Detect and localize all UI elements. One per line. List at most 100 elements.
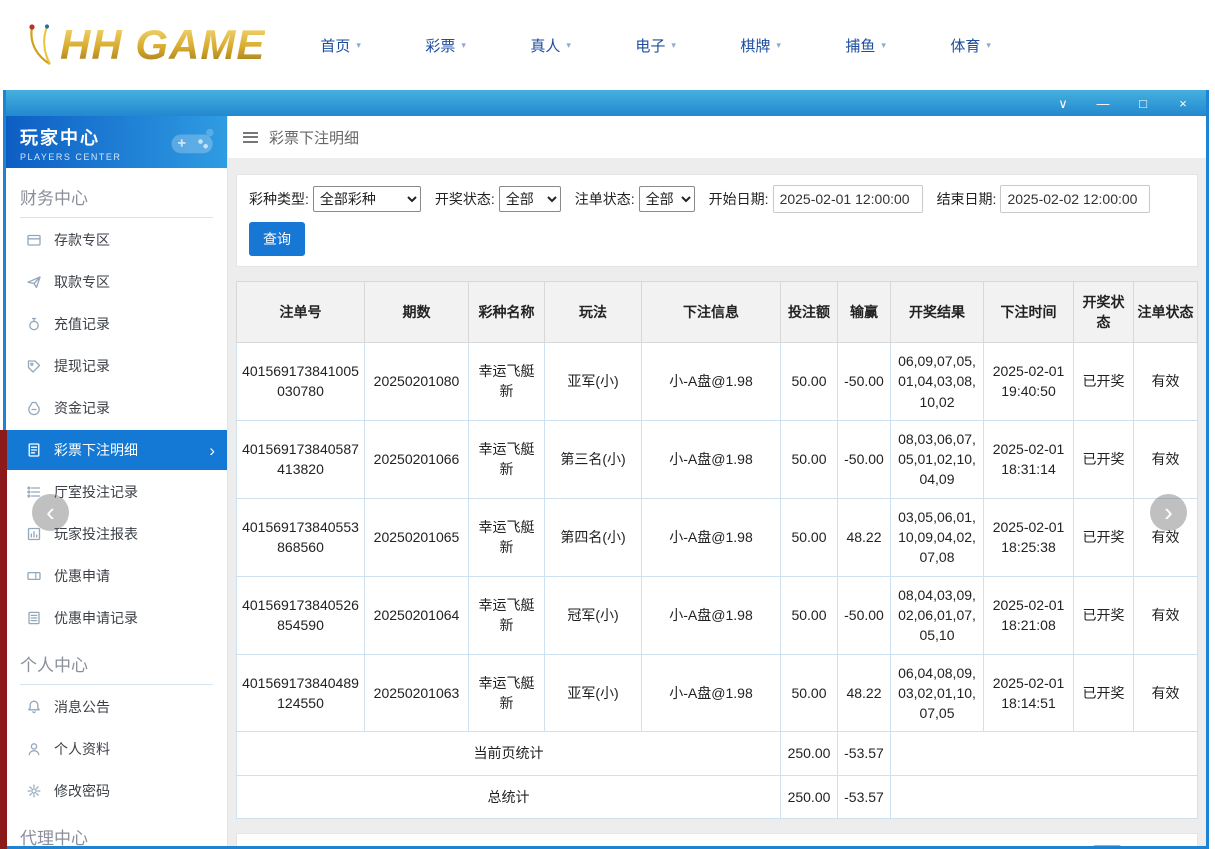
search-button[interactable]: 查询 — [249, 222, 305, 256]
table-cell: 401569173840526854590 — [237, 576, 365, 654]
sidebar-item-funds-record[interactable]: 资金记录 — [6, 388, 227, 428]
table-cell: 已开奖 — [1074, 343, 1134, 421]
table-row: 40156917384055386856020250201065幸运飞艇新第四名… — [237, 498, 1198, 576]
table-row: 40156917384100503078020250201080幸运飞艇新亚军(… — [237, 343, 1198, 421]
top-nav-item-cards[interactable]: 棋牌 ▾ — [740, 35, 845, 56]
table-cell: 第三名(小) — [545, 420, 642, 498]
user-icon — [26, 741, 42, 757]
lottery-type-select[interactable]: 全部彩种 — [313, 186, 421, 212]
sidebar-item-messages[interactable]: 消息公告 — [6, 687, 227, 727]
table-cell: 50.00 — [781, 654, 838, 732]
nav-label: 真人 — [530, 35, 560, 56]
table-cell: 20250201063 — [365, 654, 469, 732]
table-header-row: 注单号期数彩种名称玩法下注信息投注额输赢开奖结果下注时间开奖状态注单状态 — [237, 282, 1198, 343]
funds-record-icon — [26, 400, 42, 416]
player-report-icon — [26, 526, 42, 542]
bet-table: 注单号期数彩种名称玩法下注信息投注额输赢开奖结果下注时间开奖状态注单状态 401… — [236, 281, 1198, 819]
table-cell: 2025-02-01 18:25:38 — [984, 498, 1074, 576]
start-date-label: 开始日期: — [709, 189, 769, 209]
sidebar-item-promo-apply[interactable]: 优惠申请 — [6, 556, 227, 596]
column-header: 开奖结果 — [891, 282, 984, 343]
summary-label: 总统计 — [237, 775, 781, 818]
window-maximize-icon[interactable]: □ — [1136, 97, 1150, 110]
sidebar-item-label: 修改密码 — [54, 781, 110, 801]
table-cell: 小-A盘@1.98 — [642, 420, 781, 498]
bet-status-select[interactable]: 全部 — [639, 186, 695, 212]
breadcrumb-bar: 彩票下注明细 — [228, 116, 1206, 158]
start-date-input[interactable] — [773, 185, 923, 213]
page-jump-input[interactable] — [1093, 845, 1121, 846]
table-cell: 亚军(小) — [545, 343, 642, 421]
carousel-right-arrow-icon[interactable]: › — [1150, 494, 1187, 531]
sidebar-item-profile[interactable]: 个人资料 — [6, 729, 227, 769]
draw-status-select[interactable]: 全部 — [499, 186, 561, 212]
recharge-record-icon — [26, 316, 42, 332]
nav-label: 棋牌 — [740, 35, 770, 56]
column-header: 彩种名称 — [469, 282, 545, 343]
sidebar-item-label: 充值记录 — [54, 314, 110, 334]
top-nav-item-home[interactable]: 首页 ▾ — [320, 35, 425, 56]
table-row: 40156917384058741382020250201066幸运飞艇新第三名… — [237, 420, 1198, 498]
pagination-bar: 每页显示20条 共5条 首页 上一页 1 下一页 第 页 跳转 — [236, 833, 1198, 846]
menu-toggle-icon[interactable] — [243, 132, 258, 143]
sidebar-item-withdrawal-record[interactable]: 提现记录 — [6, 346, 227, 386]
window-close-icon[interactable]: × — [1176, 97, 1190, 110]
top-nav-item-electronic[interactable]: 电子▾ — [635, 35, 740, 56]
chevron-down-icon: ▾ — [986, 40, 991, 51]
nav-label: 首页 — [320, 35, 350, 56]
site-logo[interactable]: HH GAME — [20, 22, 265, 68]
site-header: HH GAME 首页 ▾ 彩票▾真人▾电子▾棋牌 ▾ 捕鱼▾体育 ▾ — [0, 0, 1215, 90]
end-date-input[interactable] — [1000, 185, 1150, 213]
lottery-type-label: 彩种类型: — [249, 189, 309, 209]
top-nav-item-sports[interactable]: 体育 ▾ — [950, 35, 1055, 56]
table-cell: 08,03,06,07,05,01,02,10,04,09 — [891, 420, 984, 498]
sidebar-header: 玩家中心 PLAYERS CENTER — [6, 116, 227, 168]
table-cell: 已开奖 — [1074, 498, 1134, 576]
gamepad-icon — [169, 127, 217, 162]
table-cell: 2025-02-01 18:31:14 — [984, 420, 1074, 498]
page-title: 彩票下注明细 — [269, 127, 359, 148]
chevron-down-icon: ▾ — [776, 40, 781, 51]
table-cell: 2025-02-01 18:14:51 — [984, 654, 1074, 732]
table-cell: 有效 — [1134, 654, 1198, 732]
summary-winloss-total: -53.57 — [838, 775, 891, 818]
table-cell: 已开奖 — [1074, 654, 1134, 732]
top-nav-item-live[interactable]: 真人▾ — [530, 35, 635, 56]
sidebar-item-lottery-bet-detail[interactable]: 彩票下注明细› — [6, 430, 227, 470]
sidebar-item-promo-record[interactable]: 优惠申请记录 — [6, 598, 227, 638]
summary-row: 总统计250.00-53.57 — [237, 775, 1198, 818]
logo-text: HH GAME — [60, 22, 265, 68]
sidebar-item-change-password[interactable]: 修改密码 — [6, 771, 227, 811]
table-cell: 401569173841005030780 — [237, 343, 365, 421]
table-cell: 有效 — [1134, 576, 1198, 654]
column-header: 期数 — [365, 282, 469, 343]
top-nav-item-fishing[interactable]: 捕鱼▾ — [845, 35, 950, 56]
window-minimize-icon[interactable]: — — [1096, 97, 1110, 110]
sidebar-item-label: 玩家投注报表 — [54, 524, 138, 544]
table-cell: 小-A盘@1.98 — [642, 576, 781, 654]
table-cell: 401569173840587413820 — [237, 420, 365, 498]
top-nav-item-lottery[interactable]: 彩票▾ — [425, 35, 530, 56]
end-date-label: 结束日期: — [937, 189, 997, 209]
carousel-left-arrow-icon[interactable]: ‹ — [32, 494, 69, 531]
summary-empty-cell — [891, 775, 1198, 818]
table-cell: 第四名(小) — [545, 498, 642, 576]
sidebar-item-recharge-record[interactable]: 充值记录 — [6, 304, 227, 344]
window-collapse-icon[interactable]: ∨ — [1056, 97, 1070, 110]
table-cell: 20250201065 — [365, 498, 469, 576]
table-cell: -50.00 — [838, 576, 891, 654]
column-header: 玩法 — [545, 282, 642, 343]
pager: 共5条 首页 上一页 1 下一页 第 页 跳转 — [854, 845, 1183, 846]
sidebar-item-withdraw[interactable]: 取款专区 — [6, 262, 227, 302]
lottery-detail-icon — [26, 442, 42, 458]
nav-label: 体育 — [950, 35, 980, 56]
sidebar-item-deposit[interactable]: 存款专区 — [6, 220, 227, 260]
chevron-down-icon: ▾ — [356, 40, 361, 51]
sidebar-item-label: 彩票下注明细 — [54, 440, 138, 460]
table-cell: 已开奖 — [1074, 420, 1134, 498]
sidebar-item-label: 资金记录 — [54, 398, 110, 418]
logo-phoenix-icon — [20, 22, 58, 68]
column-header: 输赢 — [838, 282, 891, 343]
table-cell: 2025-02-01 18:21:08 — [984, 576, 1074, 654]
column-header: 下注时间 — [984, 282, 1074, 343]
